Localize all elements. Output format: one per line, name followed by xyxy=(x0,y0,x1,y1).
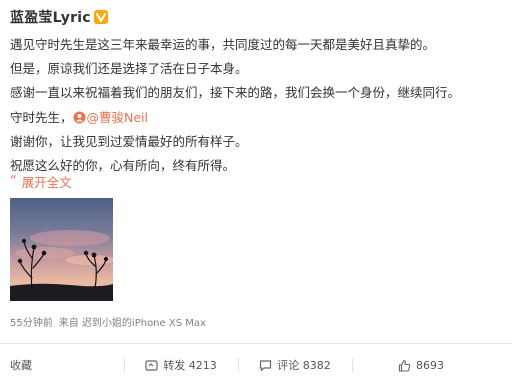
repost-button[interactable]: 转发 4213 xyxy=(124,350,238,380)
post-meta: 55分钟前 来自 迟到小姐的iPhone XS Max xyxy=(10,314,206,329)
source-prefix: 来自 xyxy=(58,318,79,329)
post-line: 祝愿这么好的你，心有所向，终有所得。 xyxy=(10,158,236,174)
post-line: 感谢一直以来祝福着我们的朋友们，接下来的路，我们会换一个身份，继续同行。 xyxy=(10,85,461,101)
post-source[interactable]: 迟到小姐的iPhone XS Max xyxy=(82,318,206,329)
post-line: 但是，原谅我们还是选择了活在日子本身。 xyxy=(10,61,248,77)
verified-badge-icon xyxy=(93,10,108,24)
author-name[interactable]: 蓝盈莹Lyric xyxy=(10,7,91,27)
post-line: 遇见守时先生是这三年来最幸运的事，共同度过的每一天都是美好且真挚的。 xyxy=(10,37,436,52)
quote-mark-icon: “ xyxy=(10,174,17,189)
like-button[interactable]: 8693 xyxy=(352,350,512,380)
mention-name: @曹骏Neil xyxy=(86,109,149,125)
post-content: 遇见守时先生是这三年来最幸运的事，共同度过的每一天都是美好且真挚的。 但是，原谅… xyxy=(10,33,505,178)
expand-label: 展开全文 xyxy=(21,175,72,190)
mention-prefix: 守时先生， xyxy=(10,109,73,125)
action-bar: 收藏 转发 4213 评论 8382 8693 xyxy=(0,350,512,380)
post-line-mention: 守时先生， @曹骏Neil xyxy=(10,106,505,130)
comment-label: 评论 8382 xyxy=(277,359,331,372)
divider xyxy=(0,343,512,344)
expand-full-text-link[interactable]: “ 展开全文 xyxy=(10,172,72,191)
repost-icon xyxy=(145,359,158,371)
like-count: 8693 xyxy=(416,358,444,372)
post-header: 蓝盈莹Lyric xyxy=(10,6,109,28)
repost-label: 转发 4213 xyxy=(163,359,217,372)
comment-icon xyxy=(260,359,272,371)
user-tag-icon xyxy=(73,111,86,124)
comment-button[interactable]: 评论 8382 xyxy=(238,350,352,380)
post-photo[interactable] xyxy=(10,198,113,301)
post-time[interactable]: 55分钟前 xyxy=(10,318,53,329)
sunset-plant-image xyxy=(10,198,113,301)
thumbs-up-icon xyxy=(398,359,411,372)
favorite-button[interactable]: 收藏 xyxy=(0,350,124,380)
mention-link[interactable]: @曹骏Neil xyxy=(73,109,149,125)
favorite-label: 收藏 xyxy=(10,359,32,372)
post-line: 谢谢你，让我见到过爱情最好的所有样子。 xyxy=(10,133,248,149)
